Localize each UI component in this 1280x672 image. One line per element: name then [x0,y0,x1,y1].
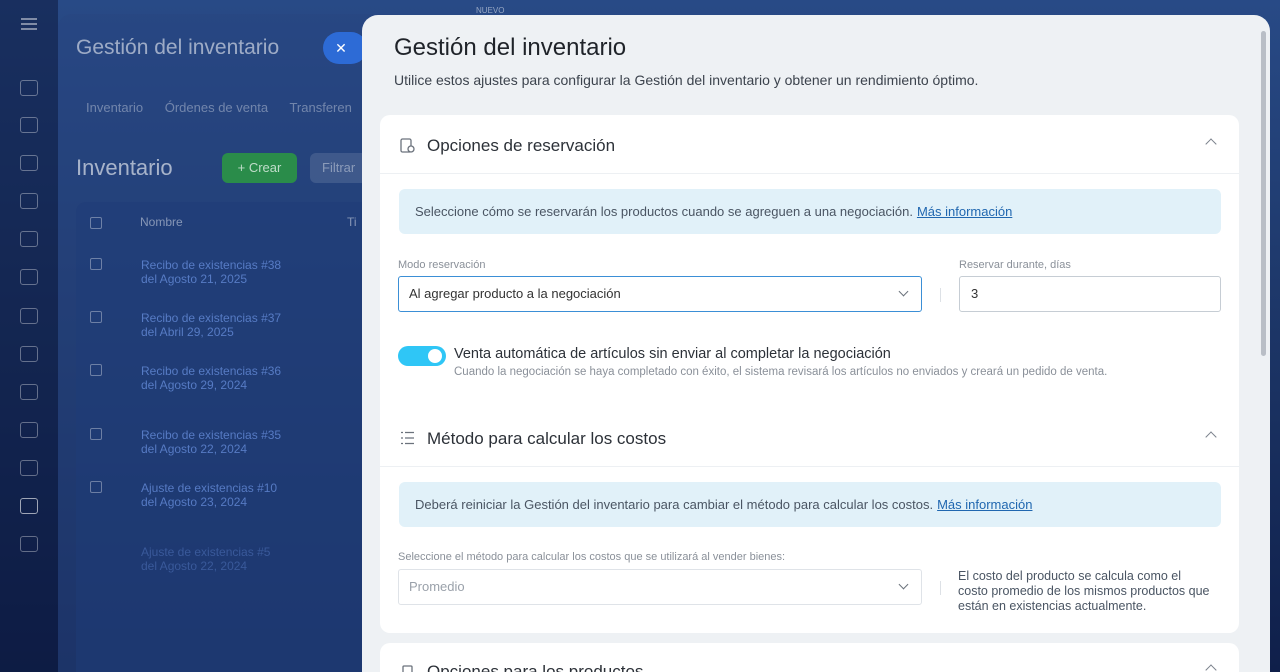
mail-icon[interactable] [20,384,38,400]
auto-sale-subtitle: Cuando la negociación se haya completado… [454,366,1108,378]
row-checkbox[interactable] [90,258,102,270]
cost-method-info-text: Deberá reiniciar la Gestión del inventar… [415,497,934,512]
auto-sale-toggle[interactable] [398,346,446,366]
cost-method-note: El costo del producto se calcula como el… [958,569,1210,613]
product-options-card-header[interactable]: Opciones para los productos [400,661,643,672]
collapse-chevron-icon[interactable] [1205,431,1217,443]
background-panel-title: Gestión del inventario [76,36,280,59]
row-checkbox[interactable] [90,428,102,440]
chevron-down-icon [898,579,909,590]
collapse-chevron-icon[interactable] [1205,664,1217,672]
more-info-link[interactable]: Más información [917,204,1012,219]
reservation-mode-value: Al agregar producto a la negociación [409,286,621,301]
scrollbar[interactable] [1261,31,1266,356]
table-row[interactable]: Recibo de existencias #35 del Agosto 22,… [141,428,281,456]
list-icon [400,431,415,447]
product-options-title: Opciones para los productos [427,662,644,672]
auto-sale-setting: Venta automática de artículos sin enviar… [380,321,1239,399]
mode-label: Modo reservación [398,259,486,271]
toggle-knob [428,349,442,363]
reservation-title: Opciones de reservación [427,136,616,155]
days-label: Reservar durante, días [959,259,1071,271]
cost-method-select[interactable]: Promedio [398,569,922,605]
reservation-card-header[interactable]: Opciones de reservación [400,135,615,157]
cost-method-title: Método para calcular los costos [427,429,667,448]
tasks-icon[interactable] [20,155,38,171]
create-button[interactable]: + Crear [222,153,297,183]
cost-method-card: Método para calcular los costos Deberá r… [380,408,1239,633]
table-row[interactable]: Recibo de existencias #38 del Agosto 21,… [141,258,281,286]
cost-method-value: Promedio [409,579,465,594]
settings-icon[interactable] [20,193,38,209]
reservation-mode-select[interactable]: Al agregar producto a la negociación [398,276,922,312]
table-row[interactable]: Recibo de existencias #37 del Abril 29, … [141,311,281,339]
slider-description: Utilice estos ajustes para configurar la… [394,72,979,88]
product-options-card: Opciones para los productos [380,643,1239,672]
reservation-days-input[interactable]: 3 [959,276,1221,312]
filter-input[interactable]: Filtrar [310,153,370,183]
divider [380,466,1239,467]
row-checkbox[interactable] [90,311,102,323]
chat-icon[interactable] [20,117,38,133]
reservation-info-text: Seleccione cómo se reservarán los produc… [415,204,913,219]
row-checkbox[interactable] [90,364,102,376]
inventory-heading: Inventario [76,155,173,180]
checklist-icon[interactable] [20,460,38,476]
more-info-link[interactable]: Más información [937,497,1032,512]
separator [940,581,941,595]
divider [380,173,1239,174]
cost-method-info: Deberá reiniciar la Gestión del inventar… [399,482,1221,527]
tab-ordenes-de-venta[interactable]: Órdenes de venta [165,100,268,115]
cost-method-card-header[interactable]: Método para calcular los costos [400,428,666,450]
product-icon [400,664,415,672]
column-header-type: Ti [347,215,357,229]
reservation-info: Seleccione cómo se reservarán los produc… [399,189,1221,234]
card-icon[interactable] [20,346,38,362]
calendar-icon[interactable] [20,231,38,247]
monitor-icon[interactable] [20,308,38,324]
contacts-icon[interactable] [20,422,38,438]
menu-icon[interactable] [21,18,37,30]
documents-icon[interactable] [20,269,38,285]
left-navigation-rail [0,0,58,672]
inventory-icon[interactable] [20,498,38,514]
column-header-name: Nombre [140,215,183,229]
table-row[interactable]: Recibo de existencias #36 del Agosto 29,… [141,364,281,392]
separator [940,288,941,302]
activity-icon[interactable] [20,80,38,96]
cost-method-label: Seleccione el método para calcular los c… [398,551,786,563]
new-badge: NUEVO [476,6,505,15]
slider-title: Gestión del inventario [394,34,627,61]
row-checkbox[interactable] [90,481,102,493]
close-slider-button[interactable]: ✕ [323,32,367,64]
table-row[interactable]: Ajuste de existencias #5 del Agosto 22, … [141,545,270,573]
chevron-down-icon [898,286,909,297]
collapse-chevron-icon[interactable] [1205,138,1217,150]
store-icon[interactable] [20,536,38,552]
table-row[interactable]: Ajuste de existencias #10 del Agosto 23,… [141,481,277,509]
reservation-icon [400,138,415,154]
auto-sale-title[interactable]: Venta automática de artículos sin enviar… [454,346,891,362]
tab-transferencias[interactable]: Transferen [289,100,351,115]
tab-inventario[interactable]: Inventario [86,100,143,115]
select-all-checkbox[interactable] [90,217,102,229]
background-tabs: Inventario Órdenes de venta Transferen [86,100,370,115]
